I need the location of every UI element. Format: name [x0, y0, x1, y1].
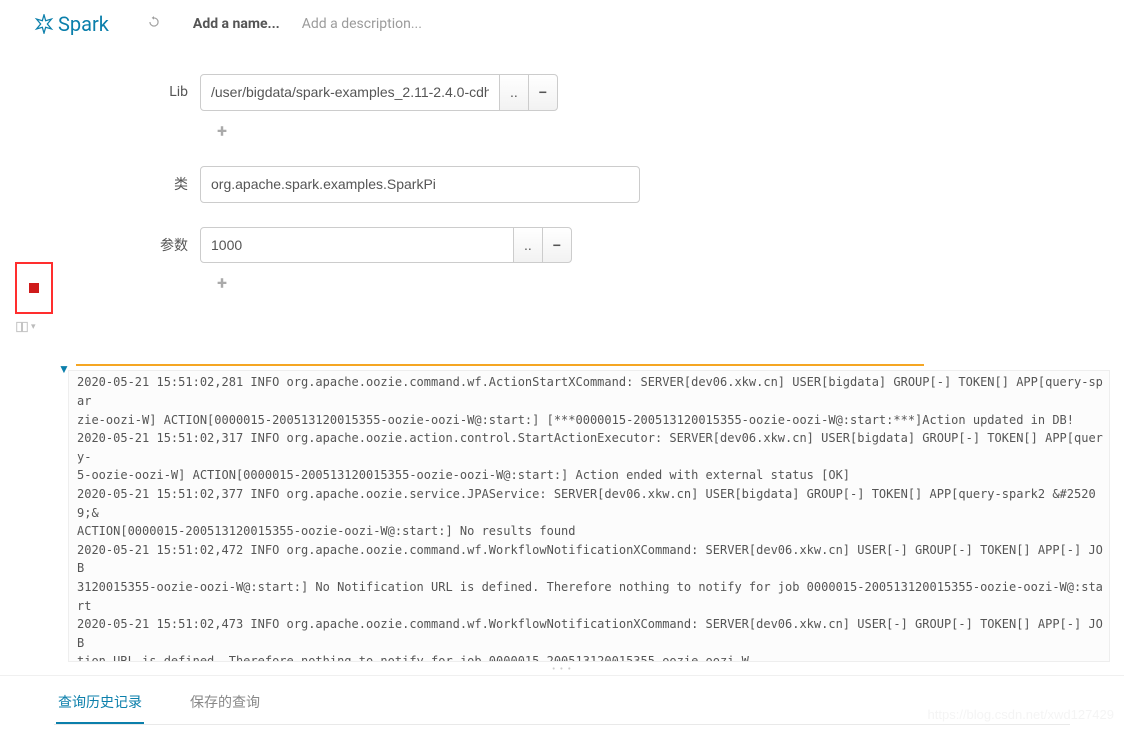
lib-row: Lib .. −: [0, 74, 1104, 111]
book-icon: [15, 320, 29, 334]
collapse-log-button[interactable]: ▼: [58, 362, 70, 376]
stop-button[interactable]: [29, 283, 39, 293]
tab-saved-queries[interactable]: 保存的查询: [188, 684, 262, 724]
lib-input[interactable]: [200, 74, 500, 111]
param-remove-button[interactable]: −: [542, 227, 572, 264]
stop-highlight-box: [15, 262, 53, 314]
class-row: 类: [0, 166, 1104, 203]
watermark: https://blog.csdn.net/xwd127429: [928, 707, 1114, 722]
undo-button[interactable]: [147, 15, 161, 33]
lib-label: Lib: [0, 84, 200, 100]
param-row: 参数 .. −: [0, 227, 1104, 264]
class-label: 类: [0, 174, 200, 194]
resize-handle[interactable]: • • •: [0, 662, 1124, 675]
add-name-field[interactable]: Add a name...: [193, 16, 280, 32]
app-title: Spark: [58, 12, 109, 36]
log-output[interactable]: 2020-05-21 15:51:02,281 INFO org.apache.…: [68, 370, 1110, 662]
class-input[interactable]: [200, 166, 640, 203]
spark-star-icon: [34, 14, 54, 34]
param-browse-button[interactable]: ..: [513, 227, 543, 264]
log-header: ▼: [0, 364, 1124, 366]
log-divider: [76, 364, 924, 366]
param-label: 参数: [0, 235, 200, 255]
chevron-down-icon: ▾: [31, 322, 36, 332]
tab-underline-divider: [54, 724, 1070, 725]
side-strip: ▾: [15, 262, 55, 334]
param-add-button[interactable]: +: [212, 273, 232, 294]
lib-browse-button[interactable]: ..: [499, 74, 529, 111]
spark-logo: Spark: [34, 12, 109, 36]
layout-dropdown[interactable]: ▾: [15, 320, 55, 334]
tab-query-history[interactable]: 查询历史记录: [56, 684, 144, 724]
page-header: Spark Add a name... Add a description...: [0, 0, 1124, 50]
add-description-field[interactable]: Add a description...: [302, 16, 422, 32]
undo-icon: [147, 15, 161, 29]
lib-add-button[interactable]: +: [212, 121, 232, 142]
param-input[interactable]: [200, 227, 514, 264]
lib-remove-button[interactable]: −: [528, 74, 558, 111]
form-area: Lib .. − + 类 参数 .. − +: [0, 74, 1124, 294]
